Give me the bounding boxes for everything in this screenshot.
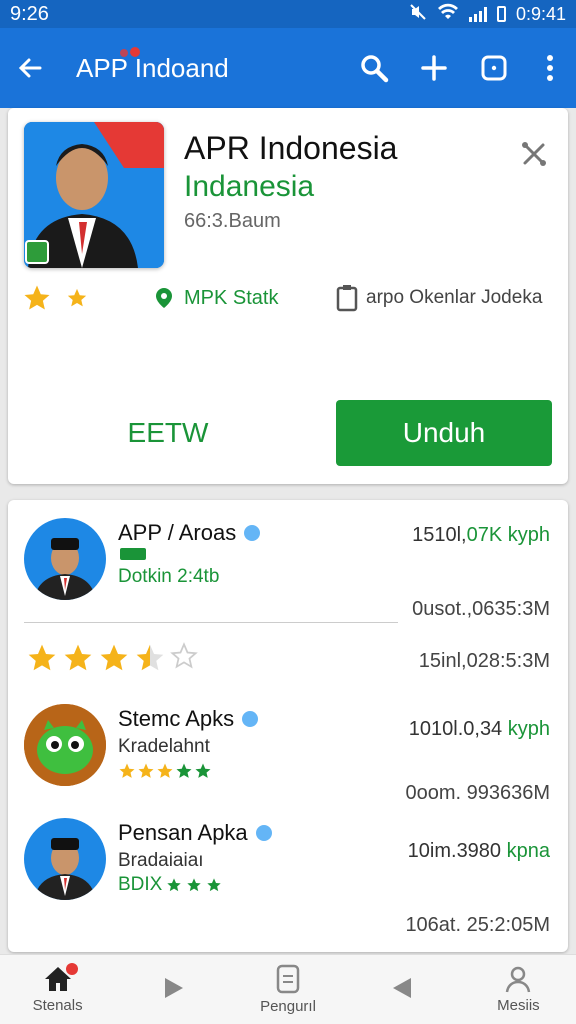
verified-gear-icon — [242, 711, 259, 727]
list-item-stat-a: 1010l.0,34 — [408, 718, 503, 740]
dismiss-button[interactable] — [518, 138, 550, 170]
list-item-stat-a: 1510l, — [412, 524, 467, 546]
battery-icon — [496, 6, 506, 22]
add-button[interactable] — [404, 38, 464, 98]
meta-tag: MPK Statk — [152, 286, 336, 310]
location-pin-icon — [156, 288, 172, 308]
app-size: 66:3.Baum — [184, 210, 281, 232]
list-item-stats: 15inl,028:5:3M — [418, 650, 550, 672]
list-item-subtitle-2-text: BDIX — [118, 874, 163, 895]
mute-icon — [409, 3, 427, 26]
list-item-stat-b: 07K kyph — [466, 524, 550, 546]
app-bar-title-wrap: APP Indoand — [60, 46, 344, 84]
app-bar: APP Indoand — [0, 28, 576, 108]
back-arrow-icon — [18, 58, 42, 78]
list-item-title: Stemc Apks — [118, 706, 259, 732]
nav-item-play[interactable] — [115, 955, 230, 1024]
status-bar: 9:26 0:9:41 — [0, 0, 576, 28]
star-icon — [64, 644, 92, 671]
list-item-subtitle: Kradelahnt — [118, 736, 210, 757]
plus-icon — [421, 55, 447, 81]
list-item[interactable]: Stemc Apks Kradelahnt 1010l.0,34 kyph 0o… — [8, 696, 568, 816]
list-item-title-text: Stemc Apks — [118, 706, 235, 731]
nav-label: Pengurıl — [260, 998, 316, 1015]
meta-info: arpo Okenlar Jodeka — [336, 284, 542, 312]
list-item[interactable]: Pensan Apka Bradaiaiaı BDIX 10im.3980 kp… — [8, 816, 568, 946]
more-vert-icon — [547, 55, 553, 81]
signal-icon — [468, 6, 487, 22]
divider — [24, 622, 398, 623]
avatar — [24, 518, 106, 600]
close-icon — [522, 142, 546, 166]
app-bar-title: APP Indoand — [76, 52, 229, 83]
verified-gear-icon — [255, 825, 272, 841]
app-developer: Indanesia — [184, 170, 315, 203]
list-item-stat-b: kyph — [507, 718, 550, 740]
screen-button[interactable] — [464, 38, 524, 98]
nav-label: Mesiis — [497, 997, 540, 1014]
person-icon — [506, 966, 531, 993]
nav-item-home[interactable]: Stenals — [0, 955, 115, 1024]
list-item-stats: 1510l,07K kyph — [412, 524, 550, 547]
rating-stars-large — [26, 642, 198, 674]
list-item-size: 0oom. 993636M — [405, 782, 550, 804]
app-meta-row: MPK Statk arpo Okenlar Jodeka — [22, 282, 562, 314]
status-time: 9:26 — [10, 2, 49, 25]
screen-icon — [481, 55, 507, 81]
triangle-back-icon — [393, 977, 412, 998]
avatar — [24, 704, 106, 786]
document-icon — [276, 964, 300, 994]
list-item-stats: 10im.3980 kpnа — [408, 840, 550, 863]
secondary-button[interactable]: EETW — [48, 400, 288, 466]
list-item-title: APP / Aroas — [118, 520, 261, 546]
nav-item-documents[interactable]: Pengurıl — [230, 955, 345, 1024]
notification-dot — [120, 48, 128, 57]
notification-dot — [130, 46, 140, 57]
avatar — [24, 818, 106, 900]
list-item[interactable]: APP / Aroas Dotkin 2:4tb 1510l,07K kyph … — [8, 500, 568, 672]
list-item-title-text: APP / Aroas — [118, 520, 237, 545]
clipboard-icon — [336, 285, 358, 312]
search-button[interactable] — [344, 38, 404, 98]
status-clock-right: 0:9:41 — [515, 3, 566, 24]
nav-item-back[interactable] — [346, 955, 461, 1024]
list-item-subtitle-2: BDIX — [118, 874, 222, 896]
play-icon — [164, 977, 183, 998]
star-empty-icon — [170, 642, 198, 669]
mini-rating-stars — [118, 762, 212, 780]
list-item-stats: 1010l.0,34 kyph — [409, 718, 550, 741]
overflow-menu-button[interactable] — [524, 38, 576, 98]
app-detail-card: APR Indonesia Indanesia 66:3.Baum MPK St… — [8, 108, 568, 484]
bottom-nav: Stenals Pengurıl Mesiis — [0, 954, 576, 1024]
app-name: APR Indonesia — [184, 130, 398, 166]
back-button[interactable] — [0, 38, 60, 98]
notification-dot — [66, 963, 78, 975]
meta-tag-label: MPK Statk — [184, 286, 279, 309]
list-item-title-text: Pensan Apka — [118, 820, 248, 845]
list-item-stat-b: kpnа — [506, 840, 550, 862]
download-button[interactable]: Unduh — [336, 400, 552, 466]
rating-stars — [22, 283, 152, 313]
list-item-size: 0usot.,0635:3M — [412, 598, 550, 620]
nav-item-profile[interactable]: Mesiis — [461, 955, 576, 1024]
search-icon — [361, 55, 389, 83]
verified-gear-icon — [244, 525, 261, 541]
star-half-icon — [136, 644, 164, 671]
nav-label: Stenals — [32, 997, 83, 1014]
app-list-card: APP / Aroas Dotkin 2:4tb 1510l,07K kyph … — [8, 500, 568, 952]
star-icon — [24, 285, 50, 310]
meta-info-label: arpo Okenlar Jodeka — [366, 287, 543, 308]
list-item-title: Pensan Apka — [118, 820, 272, 846]
category-icon — [120, 548, 146, 560]
star-icon — [28, 644, 56, 671]
list-item-size: 106at. 25:2:05M — [405, 914, 550, 936]
status-icons: 0:9:41 — [409, 3, 566, 26]
list-item-subtitle: Dotkin 2:4tb — [118, 566, 220, 587]
list-item-subtitle: Bradaiaiaı — [118, 850, 204, 871]
wifi-icon — [437, 3, 459, 26]
verified-badge-icon — [25, 240, 49, 264]
list-item-stat-a: 10im.3980 — [407, 840, 502, 862]
star-icon — [100, 644, 128, 671]
star-icon — [67, 288, 87, 307]
